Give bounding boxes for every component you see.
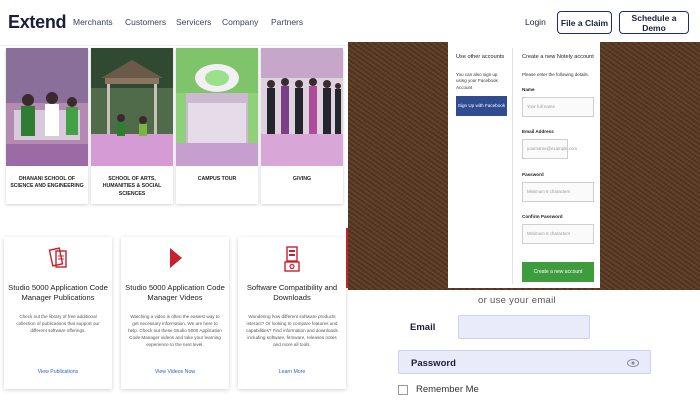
learn-more-link[interactable]: Learn More <box>238 369 346 375</box>
nav-link-servicers[interactable]: Servicers <box>176 17 211 27</box>
other-accounts-heading: Use other accounts <box>456 54 505 60</box>
school-card-science-engineering[interactable]: DHANANI SCHOOL OF SCIENCE AND ENGINEERIN… <box>6 48 88 204</box>
eye-icon[interactable] <box>627 358 639 368</box>
group-ceremony-photo <box>261 48 343 166</box>
document-icon <box>48 247 67 268</box>
create-account-button[interactable]: Create a new account <box>522 262 594 282</box>
nav-link-customers[interactable]: Customers <box>125 17 166 27</box>
brand-logo[interactable]: Extend <box>8 12 67 33</box>
view-videos-link[interactable]: View Videos Now <box>121 369 229 375</box>
nav-link-merchants[interactable]: Merchants <box>73 17 113 27</box>
card-description: Watching a video is often the easiest wa… <box>128 314 222 348</box>
file-claim-button[interactable]: File a Claim <box>557 11 612 34</box>
card-title: Studio 5000 Application Code Manager Pub… <box>8 283 108 303</box>
card-title: Software Compatibility and Downloads <box>246 283 338 303</box>
campus-courtyard-photo <box>176 48 258 166</box>
publications-card: Studio 5000 Application Code Manager Pub… <box>4 237 112 389</box>
card-title: Studio 5000 Application Code Manager Vid… <box>125 283 225 303</box>
remember-me-checkbox[interactable] <box>398 385 408 395</box>
schedule-demo-button[interactable]: Schedule a Demo <box>619 11 689 34</box>
card-description: Wondering how different software product… <box>246 314 338 348</box>
nav-link-company[interactable]: Company <box>222 17 258 27</box>
view-publications-link[interactable]: View Publications <box>4 369 112 375</box>
school-card-arts-humanities[interactable]: SCHOOL OF ARTS, HUMANITIES & SOCIAL SCIE… <box>91 48 173 204</box>
confirm-password-label: Confirm Password <box>522 214 563 219</box>
school-card-campus-tour[interactable]: CAMPUS TOUR <box>176 48 258 204</box>
top-navigation: Extend Merchants Customers Servicers Com… <box>0 0 700 46</box>
password-input[interactable]: Minimum 6 characters <box>522 182 594 202</box>
confirm-password-input[interactable]: Minimum 6 characters <box>522 224 594 244</box>
school-label: CAMPUS TOUR <box>197 176 237 182</box>
login-link[interactable]: Login <box>525 17 546 27</box>
videos-card: Studio 5000 Application Code Manager Vid… <box>121 237 229 389</box>
other-accounts-text: You can also sign up using your Facebook… <box>456 72 498 90</box>
card-description: Check out the library of free additional… <box>16 314 100 334</box>
email-label: Email <box>410 322 436 333</box>
password-field-label: Password <box>411 358 456 369</box>
school-label: SCHOOL OF ARTS, HUMANITIES & SOCIAL SCIE… <box>102 176 162 197</box>
email-address-label: Email Address <box>522 129 554 134</box>
school-label: GIVING <box>292 176 312 182</box>
or-use-email-text: or use your email <box>478 295 556 306</box>
create-account-heading: Create a new Notely account <box>522 54 594 60</box>
create-account-text: Please enter the following details. <box>522 72 590 77</box>
download-icon <box>284 246 300 272</box>
password-label: Password <box>522 172 544 177</box>
name-label: Name <box>522 87 535 92</box>
panel-divider <box>512 48 513 284</box>
email-address-input[interactable]: yourname@example.com <box>522 139 577 159</box>
software-compatibility-card: Software Compatibility and Downloads Won… <box>238 237 346 389</box>
school-label: DHANANI SCHOOL OF SCIENCE AND ENGINEERIN… <box>10 176 84 190</box>
campus-gazebo-photo <box>91 48 173 166</box>
facebook-signup-button[interactable]: Sign Up with Facebook <box>456 96 507 116</box>
email-input[interactable] <box>458 315 590 339</box>
school-card-giving[interactable]: GIVING <box>261 48 343 204</box>
play-icon <box>170 248 182 268</box>
students-lab-photo <box>6 48 88 166</box>
name-input[interactable]: Your full name <box>522 97 594 117</box>
nav-link-partners[interactable]: Partners <box>271 17 303 27</box>
remember-me-label: Remember Me <box>416 384 479 395</box>
password-field[interactable]: Password <box>398 350 651 374</box>
